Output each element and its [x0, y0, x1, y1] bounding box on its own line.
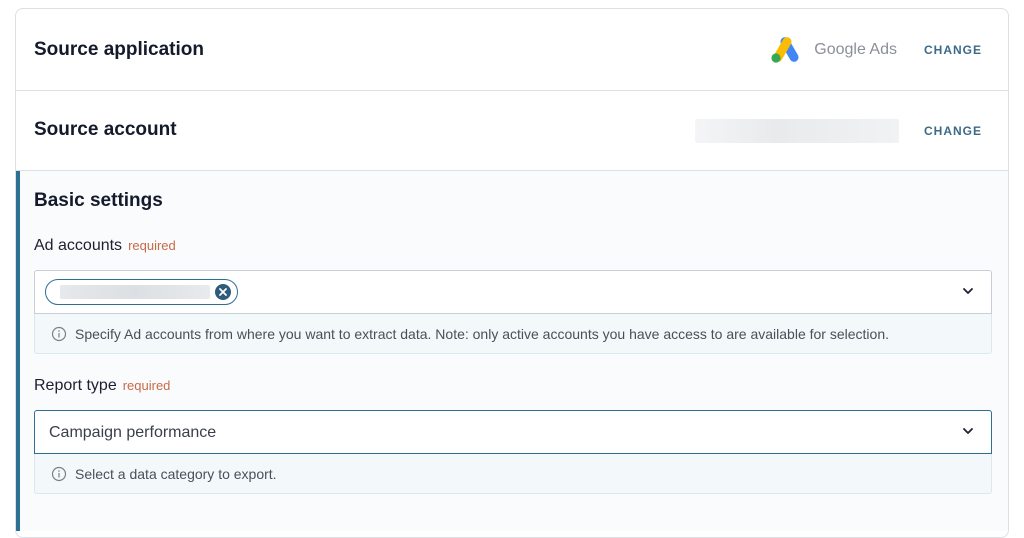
source-account-redacted [694, 118, 899, 143]
ad-accounts-hint: Specify Ad accounts from where you want … [34, 314, 992, 354]
remove-chip-icon[interactable] [215, 284, 231, 300]
chevron-down-icon[interactable] [961, 284, 975, 298]
google-ads-logo-icon [771, 36, 799, 63]
source-application-row: Source application Google Ads CHANGE [16, 9, 1008, 91]
ad-accounts-hint-text: Specify Ad accounts from where you want … [75, 326, 889, 342]
connector-settings-card: Source application Google Ads CHANGE Sou… [15, 8, 1009, 538]
report-type-label: Report type required [34, 377, 170, 395]
report-type-required-tag: required [122, 378, 171, 393]
change-source-account-button[interactable]: CHANGE [924, 124, 982, 138]
source-account-row: Source account CHANGE [16, 91, 1008, 171]
ad-accounts-required-tag: required [128, 238, 176, 253]
source-account-title: Source account [34, 119, 177, 140]
selected-ad-account-chip [45, 279, 238, 305]
ad-accounts-select[interactable] [34, 270, 992, 314]
ad-account-redacted [60, 285, 210, 299]
report-type-label-text: Report type [34, 377, 117, 394]
ad-accounts-label: Ad accounts required [34, 237, 176, 255]
info-icon [51, 326, 67, 342]
chevron-down-icon[interactable] [961, 424, 975, 438]
report-type-hint: Select a data category to export. [34, 454, 992, 494]
basic-settings-title: Basic settings [34, 190, 163, 211]
info-icon [51, 466, 67, 482]
source-app-name: Google Ads [814, 40, 897, 58]
report-type-hint-text: Select a data category to export. [75, 466, 277, 482]
report-type-select[interactable]: Campaign performance [34, 410, 992, 454]
report-type-value: Campaign performance [49, 424, 217, 441]
source-application-title: Source application [34, 39, 204, 60]
change-source-application-button[interactable]: CHANGE [924, 43, 982, 57]
basic-settings-section: Basic settings Ad accounts required Spec… [16, 171, 1008, 531]
ad-accounts-label-text: Ad accounts [34, 237, 123, 254]
